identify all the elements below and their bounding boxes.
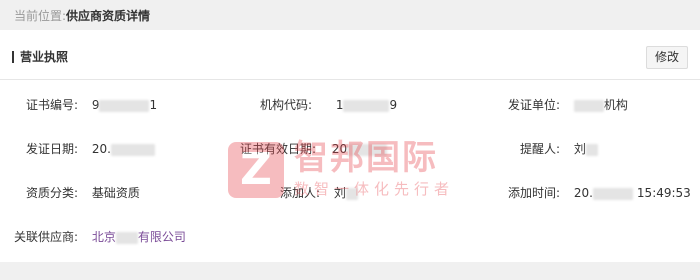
adder-value: 刘 xyxy=(334,184,358,202)
issuer-label: 发证单位: xyxy=(507,98,560,112)
cert-no-value: 91 xyxy=(92,96,157,114)
field-issuer: 发证单位: 机构 xyxy=(504,96,628,114)
supplier-label: 关联供应商: xyxy=(13,230,78,244)
detail-panel: 营业执照 修改 证书编号: 91 机构代码: 19 发证单位: 机构 发证日期:… xyxy=(0,30,700,262)
field-org-code: 机构代码: 19 xyxy=(256,96,397,114)
field-supplier: 关联供应商: 北京 有限公司 xyxy=(10,228,186,246)
redacted-mask xyxy=(345,187,358,200)
redacted-mask xyxy=(110,143,155,156)
valid-date-label: 证书有效日期: xyxy=(240,142,317,156)
cert-no-value-start: 9 xyxy=(91,98,100,112)
field-adder: 添加人: 刘 xyxy=(276,184,358,202)
valid-date-value-start: 20 xyxy=(331,142,348,156)
issuer-value-end: 机构 xyxy=(603,98,628,112)
breadcrumb-current: 供应商资质详情 xyxy=(66,9,151,23)
section-marker xyxy=(12,51,14,63)
supplier-link[interactable]: 北京 有限公司 xyxy=(92,228,186,246)
redacted-mask xyxy=(585,143,598,156)
org-code-value: 19 xyxy=(336,96,397,114)
redacted-mask xyxy=(573,99,604,112)
issuer-value: 机构 xyxy=(573,96,628,114)
valid-date-value: 20 xyxy=(331,140,388,158)
add-time-value-start: 20. xyxy=(573,186,593,200)
issue-date-value-start: 20. xyxy=(91,142,111,156)
add-time-value-end: 15:49:53 xyxy=(636,186,691,200)
add-time-value: 20. 15:49:53 xyxy=(574,184,691,202)
adder-value-start: 刘 xyxy=(333,186,346,200)
redacted-mask xyxy=(99,99,150,112)
reminder-value-start: 刘 xyxy=(573,142,586,156)
field-valid-date: 证书有效日期: 20 xyxy=(240,140,388,158)
redacted-mask xyxy=(343,99,390,112)
reminder-label: 提醒人: xyxy=(519,142,560,156)
supplier-value-end: 有限公司 xyxy=(137,230,186,244)
redacted-mask xyxy=(592,187,633,200)
panel-header: 营业执照 修改 xyxy=(0,30,700,80)
redacted-mask xyxy=(347,143,388,156)
redacted-mask xyxy=(115,231,138,244)
org-code-value-start: 1 xyxy=(335,98,344,112)
category-value: 基础资质 xyxy=(91,186,140,200)
adder-label: 添加人: xyxy=(279,186,320,200)
supplier-value-start: 北京 xyxy=(91,230,116,244)
add-time-label: 添加时间: xyxy=(507,186,560,200)
edit-button[interactable]: 修改 xyxy=(646,46,688,69)
field-add-time: 添加时间: 20. 15:49:53 xyxy=(504,184,691,202)
section-title: 营业执照 xyxy=(20,50,69,64)
cert-no-value-end: 1 xyxy=(149,98,158,112)
org-code-value-end: 9 xyxy=(389,98,398,112)
field-category: 资质分类: 基础资质 xyxy=(22,184,140,202)
cert-no-label: 证书编号: xyxy=(25,98,78,112)
issue-date-value: 20. xyxy=(92,140,155,158)
field-cert-no: 证书编号: 91 xyxy=(22,96,157,114)
category-label: 资质分类: xyxy=(25,186,78,200)
reminder-value: 刘 xyxy=(574,140,598,158)
org-code-label: 机构代码: xyxy=(259,98,312,112)
issue-date-label: 发证日期: xyxy=(25,142,78,156)
breadcrumb-prefix: 当前位置: xyxy=(14,9,67,23)
field-issue-date: 发证日期: 20. xyxy=(22,140,155,158)
breadcrumb: 当前位置:供应商资质详情 xyxy=(14,6,150,26)
field-reminder: 提醒人: 刘 xyxy=(516,140,598,158)
